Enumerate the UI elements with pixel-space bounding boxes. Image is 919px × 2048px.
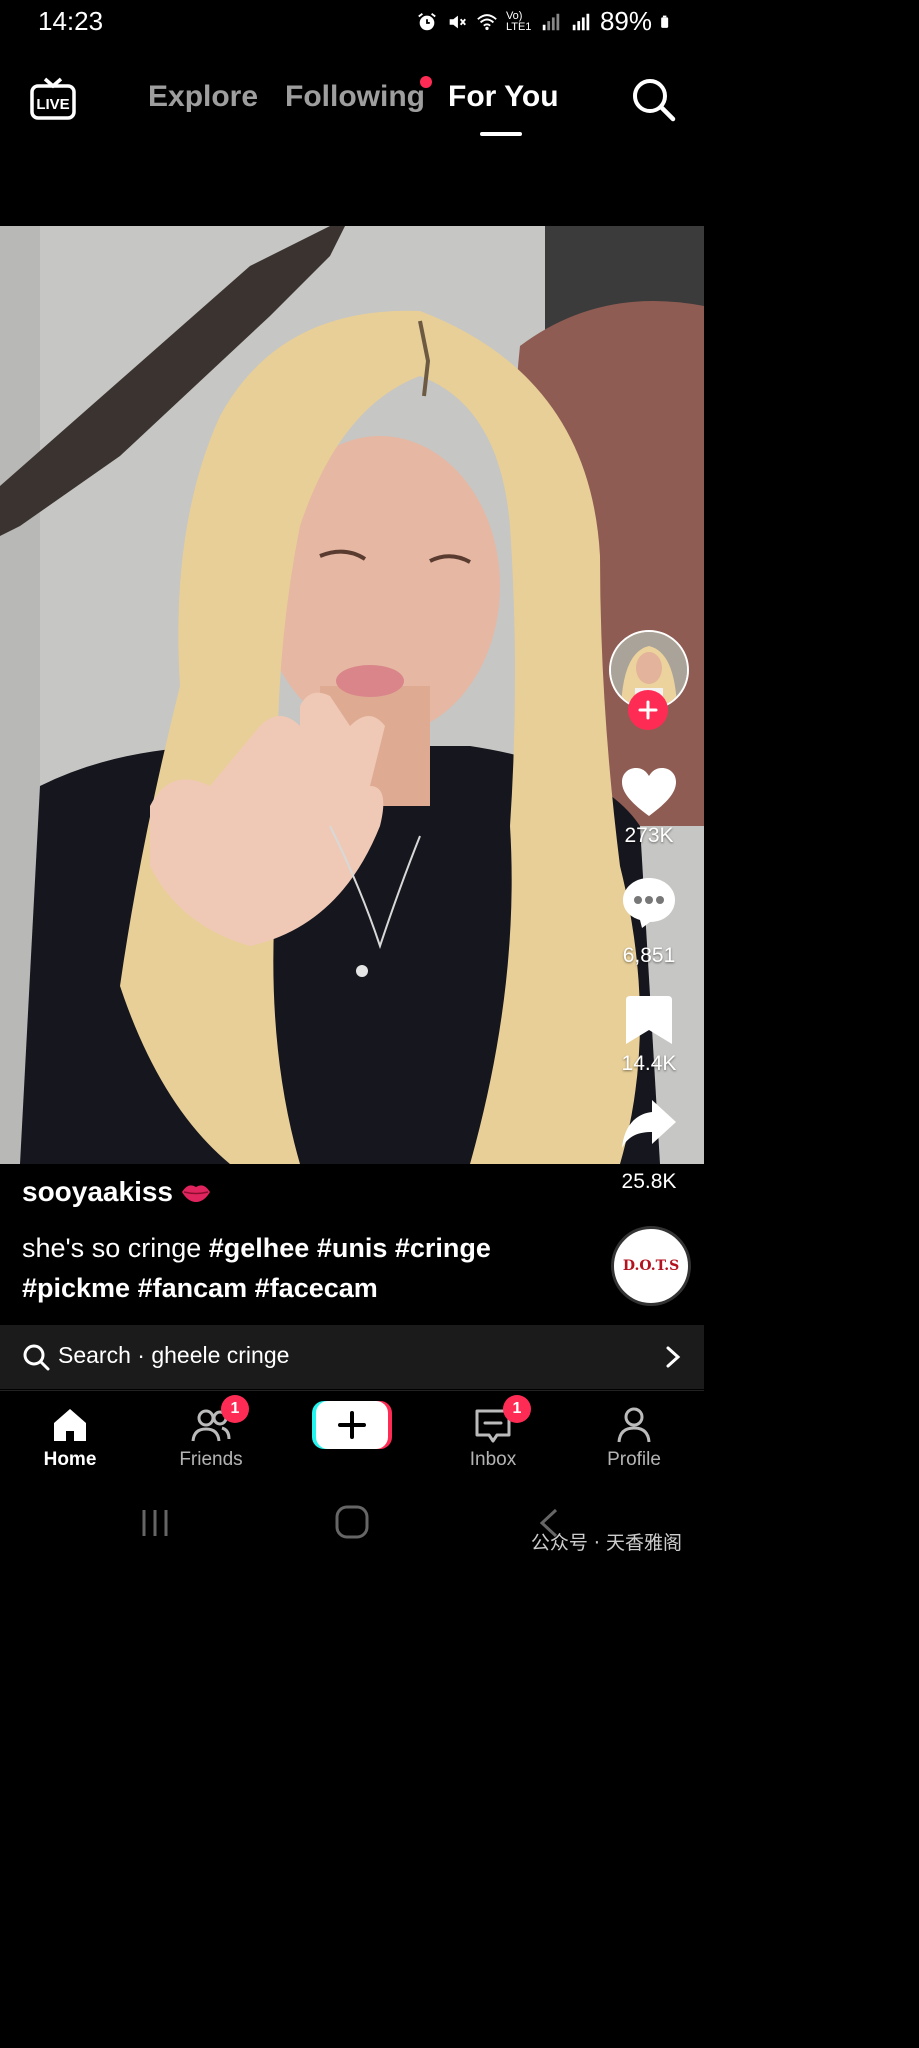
follow-button[interactable] — [628, 690, 668, 730]
recent-apps-icon[interactable] — [138, 1506, 172, 1540]
wifi-icon — [477, 13, 497, 30]
related-search-text: Search · gheele cringe — [58, 1342, 290, 1368]
nav-inbox-label: Inbox — [469, 1449, 517, 1470]
save-count: 14.4K — [621, 1052, 677, 1075]
nav-friends[interactable]: 1 Friends — [151, 1391, 271, 1483]
search-icon — [23, 1344, 50, 1371]
nav-profile-label: Profile — [607, 1449, 661, 1470]
hashtag[interactable]: #gelhee — [209, 1233, 310, 1263]
alarm-icon — [418, 12, 436, 30]
comment-icon[interactable] — [620, 876, 678, 928]
hashtag[interactable]: #facecam — [255, 1273, 378, 1303]
tab-explore[interactable]: Explore — [148, 80, 258, 114]
profile-icon — [617, 1407, 651, 1443]
home-system-icon[interactable] — [334, 1504, 370, 1540]
live-icon[interactable]: LIVE — [30, 76, 76, 122]
heart-icon[interactable] — [620, 766, 678, 818]
active-tab-indicator — [480, 132, 522, 136]
bookmark-icon[interactable] — [620, 994, 678, 1046]
music-disc[interactable]: D.O.T.S — [611, 1226, 691, 1306]
creator-username[interactable]: sooyaakiss — [22, 1176, 173, 1208]
search-icon[interactable] — [630, 76, 676, 122]
like-count: 273K — [624, 824, 674, 847]
following-notification-dot — [420, 76, 432, 88]
chevron-right-icon — [666, 1346, 681, 1368]
video-player[interactable] — [0, 226, 704, 1164]
hashtag[interactable]: #unis — [317, 1233, 388, 1263]
comment-count: 6,851 — [622, 944, 676, 967]
live-label: LIVE — [36, 96, 69, 113]
battery-icon — [661, 15, 669, 28]
nav-inbox[interactable]: 1 Inbox — [433, 1391, 553, 1483]
friends-badge: 1 — [221, 1395, 249, 1423]
tab-for-you[interactable]: For You — [448, 80, 559, 114]
bottom-nav: Home 1 Friends 1 Inbox Profile — [0, 1390, 704, 1483]
caption-text: she's so cringe — [22, 1233, 202, 1263]
status-time: 14:23 — [38, 6, 104, 36]
nav-profile[interactable]: Profile — [574, 1391, 694, 1483]
music-disc-label: D.O.T.S — [622, 1258, 680, 1274]
hashtag[interactable]: #cringe — [395, 1233, 491, 1263]
hashtag[interactable]: #pickme — [22, 1273, 130, 1303]
network-label: Vo) LTE1 — [505, 9, 532, 33]
nav-friends-label: Friends — [179, 1449, 243, 1470]
mute-icon — [449, 15, 466, 28]
related-search-bar[interactable]: Search · gheele cringe — [0, 1325, 704, 1389]
inbox-badge: 1 — [503, 1395, 531, 1423]
signal-icon-2 — [572, 13, 590, 30]
share-count: 25.8K — [621, 1170, 677, 1193]
plus-icon — [638, 700, 658, 720]
create-button[interactable] — [312, 1399, 392, 1451]
hashtag[interactable]: #fancam — [138, 1273, 248, 1303]
nav-home[interactable]: Home — [10, 1391, 130, 1483]
status-icons: Vo) LTE1 89% — [416, 6, 674, 37]
lips-emoji-icon — [182, 1185, 210, 1202]
watermark: 公众号 · 天香雅阁 — [530, 1532, 682, 1554]
video-caption: she's so cringe #gelhee #unis #cringe #p… — [22, 1228, 582, 1308]
tab-following[interactable]: Following — [285, 80, 425, 114]
share-icon[interactable] — [620, 1098, 678, 1150]
home-icon — [54, 1409, 86, 1441]
nav-home-label: Home — [43, 1449, 97, 1470]
video-frame — [0, 226, 704, 1164]
battery-percent: 89% — [599, 6, 652, 36]
signal-icon — [542, 13, 560, 30]
system-nav-bar — [0, 1482, 704, 1568]
